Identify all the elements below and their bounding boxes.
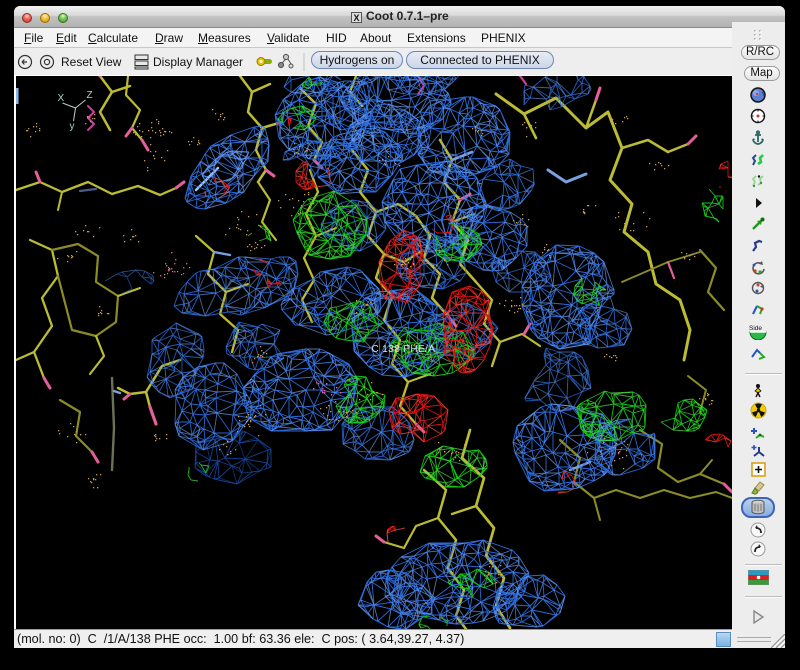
svg-text:y: y	[69, 121, 74, 132]
svg-text:X: X	[57, 93, 64, 104]
svg-text:Z: Z	[86, 90, 92, 101]
svg-text:C 138 PHE/A: C 138 PHE/A	[371, 344, 435, 355]
svg-text:Side: Side	[749, 325, 762, 332]
